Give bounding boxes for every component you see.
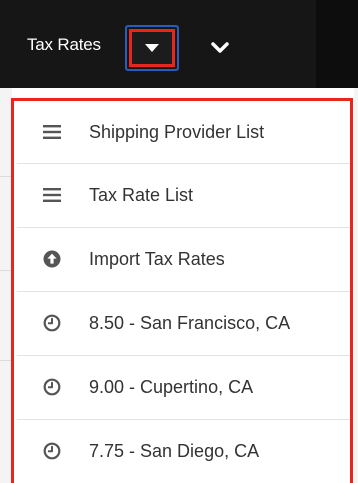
menu-item-label: 7.75 - San Diego, CA xyxy=(89,440,260,461)
more-modules-button[interactable] xyxy=(200,28,240,68)
caret-down-icon xyxy=(145,44,159,52)
navbar-edge xyxy=(316,0,358,88)
menu-item-label: Tax Rate List xyxy=(89,184,194,205)
top-navigation-bar: Tax Rates xyxy=(0,0,358,88)
clock-icon xyxy=(43,314,61,332)
menu-item-label: Import Tax Rates xyxy=(89,248,225,269)
module-menu-toggle-button[interactable] xyxy=(129,29,175,67)
menu-item-recent-san-diego[interactable]: 7.75 - San Diego, CA xyxy=(17,420,350,482)
module-tab-title[interactable]: Tax Rates xyxy=(27,35,101,55)
list-icon xyxy=(43,186,61,204)
module-dropdown-menu: Shipping Provider List Tax Rate List Imp… xyxy=(11,98,353,483)
list-icon xyxy=(43,123,61,141)
background-right-edge xyxy=(354,88,358,483)
menu-item-label: 9.00 - Cupertino, CA xyxy=(89,376,254,397)
clock-icon xyxy=(43,378,61,396)
menu-item-import-tax-rates[interactable]: Import Tax Rates xyxy=(17,228,350,290)
menu-item-recent-san-francisco[interactable]: 8.50 - San Francisco, CA xyxy=(17,292,350,354)
menu-item-label: Shipping Provider List xyxy=(89,121,265,142)
clock-icon xyxy=(43,442,61,460)
menu-item-recent-cupertino[interactable]: 9.00 - Cupertino, CA xyxy=(17,356,350,418)
menu-item-label: 8.50 - San Francisco, CA xyxy=(89,312,291,333)
menu-item-shipping-provider-list[interactable]: Shipping Provider List xyxy=(17,101,350,163)
menu-item-tax-rate-list[interactable]: Tax Rate List xyxy=(17,164,350,226)
chevron-down-icon xyxy=(211,42,229,53)
upload-circle-icon xyxy=(43,250,61,268)
